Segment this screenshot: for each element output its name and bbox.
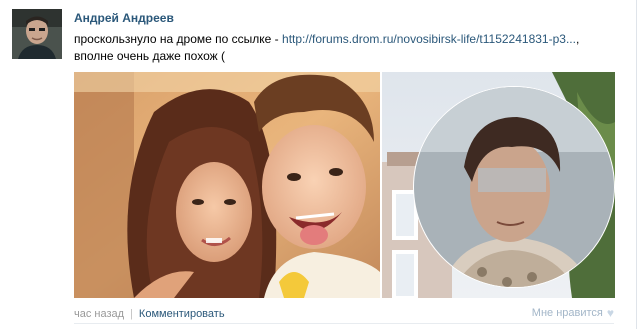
post-time[interactable]: час назад — [74, 308, 124, 320]
footer-separator: | — [130, 308, 133, 320]
post-text: проскользнуло на дроме по ссылке - http:… — [74, 31, 614, 65]
avatar[interactable] — [12, 9, 62, 59]
page-border — [636, 0, 637, 329]
like-label: Мне нравится — [531, 307, 603, 319]
post-text-before: проскользнуло на дроме по ссылке - — [74, 32, 283, 46]
comment-button[interactable]: Комментировать — [139, 308, 225, 320]
heart-icon: ♥ — [606, 306, 614, 320]
post-link[interactable]: http://forums.drom.ru/novosibirsk-life/t… — [282, 32, 576, 46]
post-divider — [74, 323, 614, 324]
post-author-name[interactable]: Андрей Андреев — [74, 11, 174, 25]
post-photos — [74, 72, 615, 298]
photo-comparison[interactable] — [382, 72, 615, 298]
post-footer: час назад | Комментировать Мне нравится … — [74, 306, 614, 322]
photo-selfie[interactable] — [74, 72, 380, 298]
like-button[interactable]: Мне нравится ♥ — [532, 306, 614, 320]
